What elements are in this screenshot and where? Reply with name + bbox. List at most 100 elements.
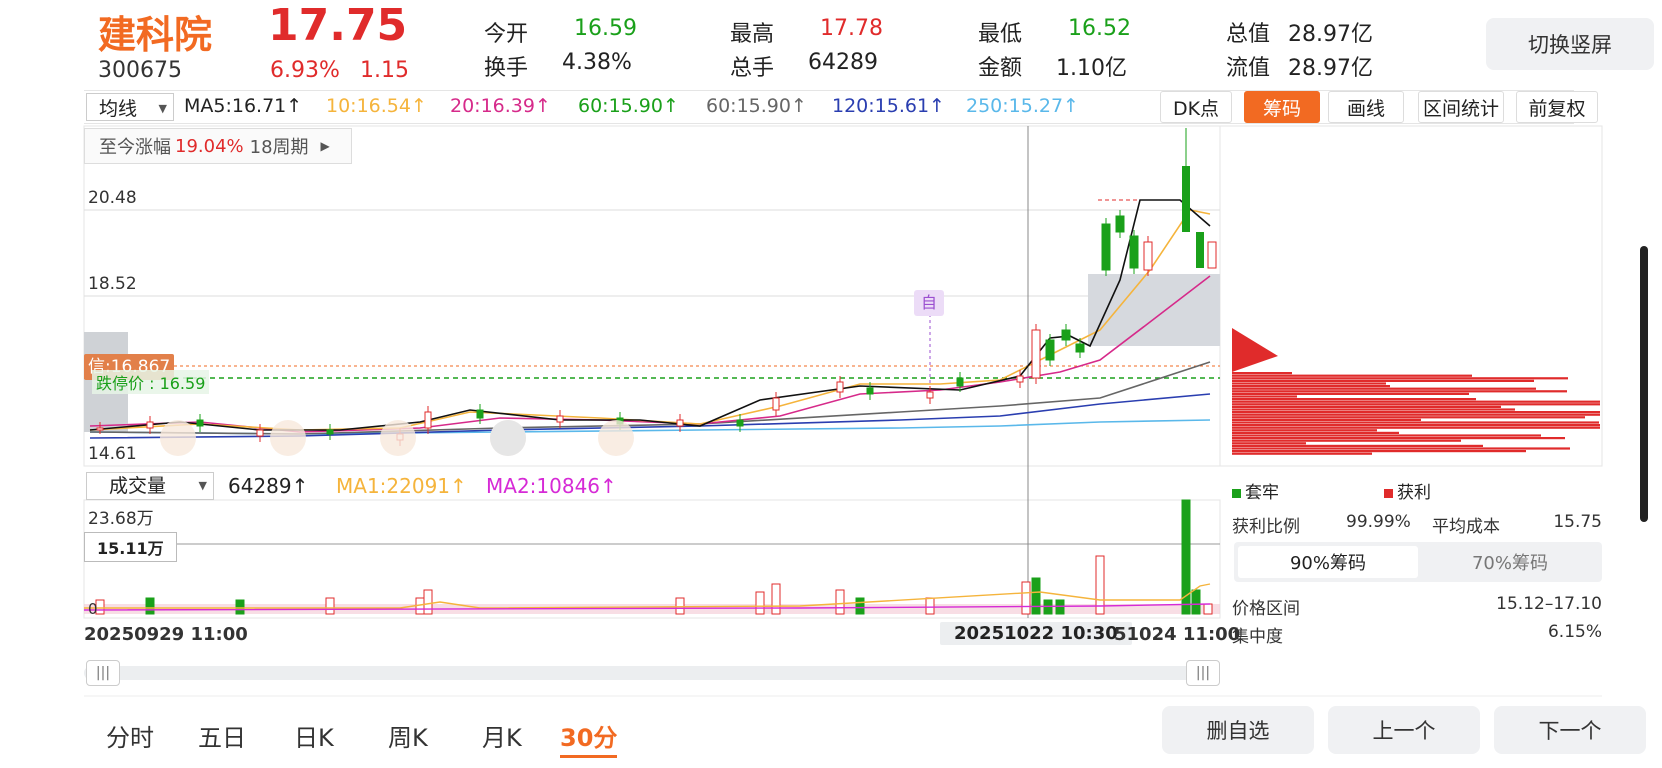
period-change-box[interactable]: 至今涨幅 19.04% 18周期 ▶ bbox=[84, 128, 352, 164]
candle-body bbox=[146, 421, 154, 429]
candle-body bbox=[866, 387, 874, 395]
volume-ma2: MA2:10846↑ bbox=[486, 474, 617, 498]
vol-y-mid-tag: 15.11万 bbox=[84, 532, 177, 562]
x-label-end: 51024 11:00 bbox=[1114, 624, 1241, 645]
tab-70-chips[interactable]: 70%筹码 bbox=[1420, 546, 1600, 578]
volume-bar bbox=[771, 583, 781, 615]
zhangfu-value: 19.04% bbox=[175, 135, 244, 157]
candle-body bbox=[1115, 215, 1125, 233]
chip-bar bbox=[1232, 400, 1600, 403]
chip-bar bbox=[1232, 403, 1600, 406]
chip-bar bbox=[1232, 447, 1570, 450]
limit-down-label: 跌停价 : 16.59 bbox=[92, 370, 210, 394]
volume-bar bbox=[235, 599, 245, 615]
range-scrollbar[interactable] bbox=[84, 666, 1220, 680]
candle-body bbox=[956, 377, 964, 387]
chip-bar bbox=[1232, 452, 1372, 455]
volume-bar bbox=[1055, 599, 1065, 615]
candle-body bbox=[476, 409, 484, 419]
tab-weekly-k[interactable]: 周K bbox=[388, 718, 428, 753]
chip-bar bbox=[1232, 398, 1476, 401]
volume-bar bbox=[1203, 603, 1213, 615]
concentration-value: 6.15% bbox=[1547, 622, 1602, 642]
self-select-marker[interactable]: 自 bbox=[914, 290, 944, 316]
volume-bar bbox=[1191, 589, 1201, 615]
chip-bar bbox=[1232, 444, 1483, 447]
chip-bar bbox=[1232, 408, 1515, 411]
nav-circle bbox=[490, 420, 526, 456]
candle-body bbox=[1031, 329, 1041, 379]
tab-monthly-k[interactable]: 月K bbox=[482, 718, 522, 753]
nav-circle bbox=[270, 420, 306, 456]
candle-body bbox=[736, 419, 744, 427]
candle-body bbox=[326, 429, 334, 435]
candle-body bbox=[424, 411, 432, 429]
chip-bar bbox=[1232, 434, 1541, 437]
y-label-low: 14.61 bbox=[88, 444, 137, 464]
candle-body bbox=[772, 397, 780, 411]
candle-body bbox=[1207, 241, 1217, 269]
chip-bar bbox=[1232, 439, 1461, 442]
chip-bar bbox=[1232, 442, 1306, 445]
chevron-right-icon: ▶ bbox=[320, 139, 330, 153]
chip-bar bbox=[1232, 374, 1472, 377]
chip-bar bbox=[1232, 413, 1600, 416]
chip-bar bbox=[1232, 385, 1390, 388]
tab-intraday[interactable]: 分时 bbox=[106, 718, 154, 753]
kline-chart[interactable] bbox=[0, 0, 1662, 768]
candle-body bbox=[196, 419, 204, 427]
chip-bar bbox=[1232, 421, 1599, 424]
chip-bar bbox=[1232, 431, 1399, 434]
chip-bar bbox=[1232, 387, 1536, 390]
profit-ratio-value: 99.99% bbox=[1346, 512, 1411, 532]
concentration-label: 集中度 bbox=[1232, 627, 1283, 647]
tab-30min[interactable]: 30分 bbox=[560, 718, 618, 758]
candle-body bbox=[1182, 166, 1190, 232]
candle-body bbox=[926, 391, 934, 399]
chip-bar bbox=[1232, 429, 1377, 432]
chip-bar bbox=[1232, 372, 1292, 375]
chip-bar bbox=[1232, 377, 1568, 380]
ma20-line bbox=[89, 275, 1211, 433]
nav-circle bbox=[598, 420, 634, 456]
candle-body bbox=[1016, 375, 1024, 383]
ma10-line bbox=[89, 209, 1211, 431]
tab-daily-k[interactable]: 日K bbox=[294, 718, 334, 753]
page-scroll-indicator[interactable] bbox=[1640, 246, 1648, 522]
chip-bar bbox=[1232, 405, 1501, 408]
volume-bar bbox=[925, 597, 935, 615]
zhangfu-period: 18周期 bbox=[249, 137, 309, 158]
chip-bar bbox=[1232, 390, 1567, 393]
volume-bar bbox=[145, 597, 155, 615]
legend-trap: 套牢 bbox=[1232, 478, 1279, 503]
x-label-start: 20250929 11:00 bbox=[84, 624, 248, 645]
y-label-mid: 18.52 bbox=[88, 274, 137, 294]
chip-bar bbox=[1232, 411, 1600, 414]
candle-body bbox=[1045, 339, 1055, 361]
chip-bar bbox=[1232, 392, 1469, 395]
avg-cost-value: 15.75 bbox=[1553, 512, 1602, 532]
previous-button[interactable]: 上一个 bbox=[1328, 706, 1480, 754]
chip-bar bbox=[1232, 395, 1297, 398]
tab-five-day[interactable]: 五日 bbox=[198, 718, 246, 753]
chip-bar bbox=[1232, 382, 1386, 385]
vol-y-top: 23.68万 bbox=[88, 509, 154, 529]
legend-profit: 获利 bbox=[1384, 478, 1431, 503]
scroll-handle-left[interactable]: ||| bbox=[86, 660, 120, 686]
volume-dropdown[interactable]: 成交量 ▼ bbox=[86, 472, 214, 500]
volume-bar bbox=[755, 591, 765, 615]
remove-watchlist-button[interactable]: 删自选 bbox=[1162, 706, 1314, 754]
candle-body bbox=[556, 415, 564, 423]
ma60-line bbox=[89, 361, 1211, 435]
tab-90-chips[interactable]: 90%筹码 bbox=[1238, 546, 1418, 578]
chevron-down-icon: ▼ bbox=[198, 479, 207, 492]
scroll-handle-right[interactable]: ||| bbox=[1186, 660, 1220, 686]
price-range-label: 价格区间 bbox=[1232, 599, 1300, 619]
candle-body bbox=[256, 429, 264, 437]
candle-body bbox=[1075, 343, 1085, 353]
candle-body bbox=[1129, 235, 1139, 269]
avg-cost-label: 平均成本 bbox=[1432, 517, 1500, 537]
next-button[interactable]: 下一个 bbox=[1494, 706, 1646, 754]
chip-bar bbox=[1232, 416, 1585, 419]
volume-bar bbox=[1031, 577, 1041, 615]
